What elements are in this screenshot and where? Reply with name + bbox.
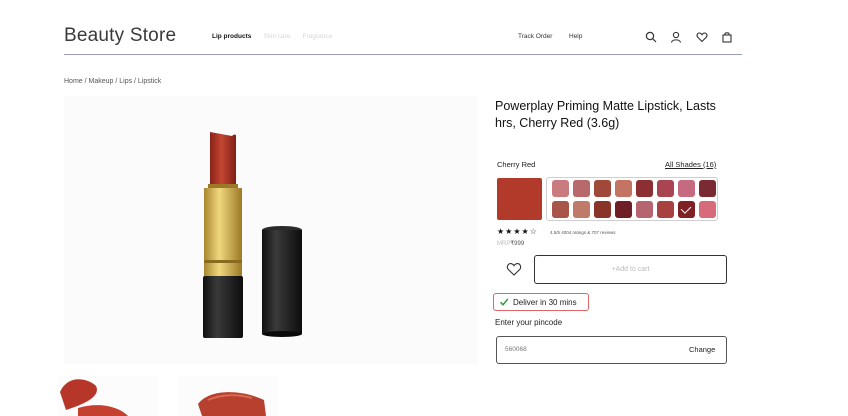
lipstick-swipe-thumb xyxy=(60,379,128,416)
nav-fragrance[interactable]: Fragrance xyxy=(302,33,332,40)
bag-icon[interactable] xyxy=(721,31,733,43)
selected-shade-preview xyxy=(497,178,542,220)
header-divider xyxy=(64,54,742,55)
shade-swatch[interactable] xyxy=(636,180,653,197)
shade-swatch[interactable] xyxy=(636,201,653,218)
shade-swatch[interactable] xyxy=(573,180,590,197)
shade-swatch[interactable] xyxy=(699,180,716,197)
pincode-label: Enter your pincode xyxy=(495,318,563,327)
rating-stars: ★★★★☆ xyxy=(497,227,538,236)
shade-swatch[interactable] xyxy=(657,201,674,218)
breadcrumb[interactable]: Home / Makeup / Lips / Lipstick xyxy=(64,78,161,85)
add-to-cart-button[interactable]: +Add to cart xyxy=(534,255,727,284)
wishlist-heart-icon[interactable] xyxy=(506,262,522,276)
track-order-link[interactable]: Track Order xyxy=(518,33,552,40)
mrp-label: MRP xyxy=(497,241,511,247)
shade-swatch[interactable] xyxy=(573,201,590,218)
shade-swatch[interactable] xyxy=(699,201,716,218)
thumbnail-2[interactable] xyxy=(178,376,278,416)
pincode-value: 560068 xyxy=(505,346,527,353)
thumbnail-1[interactable] xyxy=(58,376,158,416)
delivery-badge: Deliver in 30 mins xyxy=(493,293,589,311)
help-link[interactable]: Help xyxy=(569,33,582,40)
price: MRP₹999 xyxy=(497,240,524,247)
shade-swatch[interactable] xyxy=(615,180,632,197)
all-shades-link[interactable]: All Shades (16) xyxy=(665,160,716,169)
product-image[interactable] xyxy=(64,96,478,364)
product-title: Powerplay Priming Matte Lipstick, Lasts … xyxy=(495,99,716,130)
shade-swatch[interactable] xyxy=(552,201,569,218)
shade-swatch[interactable] xyxy=(678,201,695,218)
shade-swatch[interactable] xyxy=(678,180,695,197)
nav-skin-care[interactable]: Skin care xyxy=(263,33,290,40)
nav-lip-products[interactable]: Lip products xyxy=(212,33,251,40)
check-icon xyxy=(499,298,509,307)
rating-summary: 4.5/5 4004 ratings & 707 reviews xyxy=(550,230,616,235)
logo[interactable]: Beauty Store xyxy=(64,25,176,47)
shade-swatch[interactable] xyxy=(657,180,674,197)
shade-name: Cherry Red xyxy=(497,160,536,169)
user-icon[interactable] xyxy=(670,31,682,43)
shade-swatch-grid xyxy=(546,177,718,221)
lipstick-illustration xyxy=(203,132,302,338)
change-pincode-button[interactable]: Change xyxy=(689,345,715,354)
shade-swatch[interactable] xyxy=(594,201,611,218)
shade-swatch[interactable] xyxy=(552,180,569,197)
heart-icon[interactable] xyxy=(696,31,708,43)
price-value: ₹999 xyxy=(510,241,525,247)
shade-swatch[interactable] xyxy=(594,180,611,197)
shade-swatch[interactable] xyxy=(615,201,632,218)
main-nav: Lip products Skin care Fragrance xyxy=(212,33,332,40)
delivery-text: Deliver in 30 mins xyxy=(513,297,577,307)
search-icon[interactable] xyxy=(645,31,657,43)
lipstick-bullet-thumb xyxy=(198,392,266,416)
